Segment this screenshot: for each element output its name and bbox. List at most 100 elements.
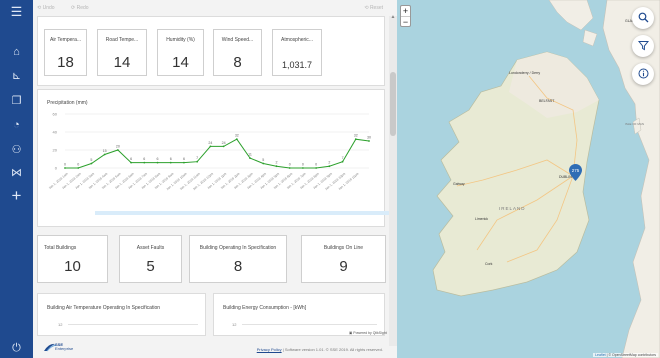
data-point <box>64 167 66 169</box>
copyright-text: Privacy Policy | Software version 1.01. … <box>257 347 383 352</box>
undo-button[interactable]: ⟲ Undo <box>37 5 55 11</box>
data-label: 7 <box>196 156 198 160</box>
data-label: 5 <box>262 158 264 162</box>
logout-icon[interactable]: ⏻ <box>8 340 25 357</box>
precipitation-chart[interactable]: 02040600 0515206 6 6 6 6 724 24321152 0 0 0 2732 30J… <box>39 108 395 220</box>
data-point <box>103 153 106 156</box>
data-label: 0 <box>289 163 291 167</box>
map[interactable]: GLAS Londonderry / Derry BELFAST Galway … <box>397 0 660 358</box>
data-label: 6 <box>157 157 159 161</box>
kpi-card[interactable]: Building Operating In Specification 8 <box>189 235 287 283</box>
privacy-policy-link[interactable]: Privacy Policy <box>257 347 282 352</box>
mini-chart-title: Building Air Temperature Operating In Sp… <box>47 305 161 311</box>
users-icon[interactable]: ⚇ <box>8 142 25 159</box>
data-point <box>209 145 212 148</box>
data-point <box>116 149 119 151</box>
redo-button[interactable]: ⟳ Redo <box>71 5 89 11</box>
series-line <box>65 138 370 169</box>
map-label-belfast: BELFAST <box>539 99 555 103</box>
y-tick-label: 60 <box>53 112 58 117</box>
data-label: 2 <box>328 161 330 165</box>
chart-title: Precipitation (mm) <box>47 100 88 106</box>
cluster-count: 275 <box>572 168 580 173</box>
dashboard-icon[interactable]: ◔ <box>8 117 25 134</box>
map-label-isle-of-man: ISLE OF MAN <box>625 122 645 126</box>
y-tick-label: 20 <box>53 148 58 153</box>
toolbar: ⟲ Undo ⟳ Redo ⟲ Reset <box>33 0 397 16</box>
kpi-card[interactable]: Asset Faults 5 <box>119 235 182 283</box>
qlik-label: Powered by QlikSight <box>353 331 387 335</box>
map-filter-button[interactable] <box>632 35 654 57</box>
map-label-limerick: Limerick <box>475 217 489 221</box>
data-label: 30 <box>367 136 371 140</box>
map-search-button[interactable] <box>632 7 654 29</box>
sensor-label: Humidity (%) <box>166 37 195 43</box>
copy-icon[interactable]: ❐ <box>8 93 25 110</box>
sensor-label: Road Tempe... <box>105 37 139 43</box>
dashboard-pane: ⟲ Undo ⟳ Redo ⟲ Reset Air Tempera... 18 … <box>33 0 397 358</box>
data-point <box>341 160 344 163</box>
qlik-badge: ▣ Powered by QlikSight <box>349 331 387 335</box>
sensor-label: Wind Speed... <box>221 37 254 43</box>
scroll-up-icon[interactable]: ▲ <box>389 14 397 20</box>
scrollbar-thumb[interactable] <box>390 72 396 136</box>
reset-label: Reset <box>369 5 383 11</box>
data-label: 0 <box>77 163 79 167</box>
leaflet-link[interactable]: Leaflet <box>595 353 606 357</box>
link-icon[interactable]: ⋈ <box>8 165 25 182</box>
zoom-out-button[interactable]: − <box>401 16 410 27</box>
data-point <box>196 160 199 163</box>
data-label: 24 <box>208 141 212 145</box>
chart-icon[interactable]: ⊾ <box>8 68 25 85</box>
map-canvas[interactable] <box>397 0 660 358</box>
y-tick-label: 40 <box>53 130 58 135</box>
sensor-label: Air Tempera... <box>49 37 82 43</box>
range-slider-track[interactable] <box>95 211 395 215</box>
data-label: 6 <box>143 157 145 161</box>
add-icon[interactable]: + <box>8 187 25 204</box>
data-point <box>275 165 278 168</box>
kpi-card[interactable]: Buildings On Line 9 <box>301 235 386 283</box>
data-label: 5 <box>90 158 92 162</box>
data-label: 32 <box>235 134 239 138</box>
kpi-value: 9 <box>339 258 348 275</box>
menu-icon[interactable]: ☰ <box>8 3 25 20</box>
map-info-button[interactable] <box>632 63 654 85</box>
sensor-card[interactable]: Road Tempe... 14 <box>97 29 147 76</box>
data-label: 0 <box>302 163 304 167</box>
scrollbar-track[interactable] <box>389 16 397 346</box>
data-point <box>249 157 251 159</box>
data-point <box>302 167 304 169</box>
data-label: 15 <box>103 149 107 153</box>
data-label: 11 <box>248 153 252 157</box>
data-point <box>156 161 159 164</box>
nav-rail: ☰ ⌂ ⊾ ❐ ◔ ⚇ ⋈ + ⏻ <box>0 0 33 358</box>
zoom-in-button[interactable]: + <box>401 6 410 16</box>
home-icon[interactable]: ⌂ <box>8 44 25 61</box>
sensor-card[interactable]: Atmospheric... 1,031.7 <box>272 29 322 76</box>
sensor-panel <box>37 16 385 86</box>
data-label: 6 <box>170 157 172 161</box>
kpi-label: Buildings On Line <box>323 245 364 251</box>
gridline <box>68 324 198 325</box>
map-label-londonderry: Londonderry / Derry <box>509 71 541 75</box>
map-marker-icon[interactable]: 275 <box>569 164 582 181</box>
kpi-label: Asset Faults <box>136 245 165 251</box>
data-label: 32 <box>354 134 358 138</box>
app: ☰ ⌂ ⊾ ❐ ◔ ⚇ ⋈ + ⏻ ⟲ Undo ⟳ Redo ⟲ Reset … <box>0 0 660 358</box>
search-icon <box>638 12 648 23</box>
map-label-galway: Galway <box>453 182 465 186</box>
kpi-card[interactable]: Total Buildings 10 <box>37 235 108 283</box>
sensor-card[interactable]: Air Tempera... 18 <box>44 29 87 76</box>
sensor-card[interactable]: Wind Speed... 8 <box>213 29 262 76</box>
data-label: 0 <box>64 163 66 167</box>
kpi-value: 5 <box>146 258 155 275</box>
data-point <box>222 145 225 148</box>
osm-attribution[interactable]: | © OpenStreetMap contributors <box>606 353 656 357</box>
data-label: 6 <box>183 157 185 161</box>
data-point <box>183 161 185 164</box>
sensor-card[interactable]: Humidity (%) 14 <box>157 29 204 76</box>
data-point <box>235 138 238 141</box>
data-point <box>262 162 265 165</box>
reset-button[interactable]: ⟲ Reset <box>364 5 383 11</box>
